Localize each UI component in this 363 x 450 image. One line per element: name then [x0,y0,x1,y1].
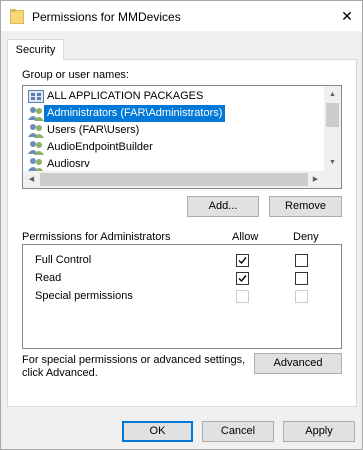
read-deny-checkbox[interactable] [295,272,308,285]
vertical-scrollbar[interactable]: ▲ ▼ [324,86,341,171]
close-button[interactable]: ✕ [338,7,356,25]
remove-button[interactable]: Remove [269,196,342,217]
special-deny-checkbox [295,290,308,303]
apply-button[interactable]: Apply [283,421,355,442]
list-item-label: ALL APPLICATION PACKAGES [47,90,204,102]
advanced-hint-line2: click Advanced. [22,367,98,379]
scroll-down-icon[interactable]: ▼ [324,154,341,171]
advanced-button[interactable]: Advanced [254,353,342,374]
window-title: Permissions for MMDevices [32,10,181,24]
cancel-button[interactable]: Cancel [202,421,274,442]
checkmark-icon [238,275,247,283]
deny-column-header: Deny [293,231,319,243]
permission-row-label: Special permissions [35,290,133,302]
title-bar: Permissions for MMDevices ✕ [1,1,362,31]
scroll-up-icon[interactable]: ▲ [324,86,341,103]
horizontal-scroll-thumb[interactable] [40,173,308,186]
permission-row-label: Read [35,272,62,284]
ok-button[interactable]: OK [122,421,193,442]
folder-icon [10,9,24,24]
permissions-dialog: Permissions for MMDevices ✕ Security Gro… [0,0,363,450]
packages-icon [28,90,44,103]
scrollbar-corner [324,171,341,188]
special-allow-checkbox [236,290,249,303]
horizontal-scrollbar[interactable]: ◀ ▶ [23,171,324,188]
scroll-right-icon[interactable]: ▶ [307,171,324,188]
permissions-header: Permissions for Administrators [22,231,171,243]
permissions-list: Full Control Read Special permissions [22,244,342,349]
full-control-allow-checkbox[interactable] [236,254,249,267]
checkmark-icon [238,257,247,265]
permission-row-label: Full Control [35,254,92,266]
list-item-label: Users (FAR\Users) [47,124,140,136]
allow-column-header: Allow [232,231,259,243]
list-item-label: Administrators (FAR\Administrators) [44,105,226,122]
add-button[interactable]: Add... [187,196,259,217]
user-group-icon [28,158,44,172]
scroll-left-icon[interactable]: ◀ [23,171,40,188]
user-group-icon [28,141,44,155]
security-tab-panel: Group or user names: ALL APPLICATION PAC… [7,59,357,407]
close-icon: ✕ [341,8,353,24]
full-control-deny-checkbox[interactable] [295,254,308,267]
tab-security[interactable]: Security [7,39,64,60]
user-group-icon [28,107,44,121]
list-item-label: AudioEndpointBuilder [47,141,153,153]
group-user-list[interactable]: ALL APPLICATION PACKAGES Administrators … [22,85,342,189]
read-allow-checkbox[interactable] [236,272,249,285]
advanced-hint-line1: For special permissions or advanced sett… [22,354,246,366]
group-names-label: Group or user names: [22,69,129,81]
vertical-scroll-thumb[interactable] [326,103,339,127]
user-group-icon [28,124,44,138]
